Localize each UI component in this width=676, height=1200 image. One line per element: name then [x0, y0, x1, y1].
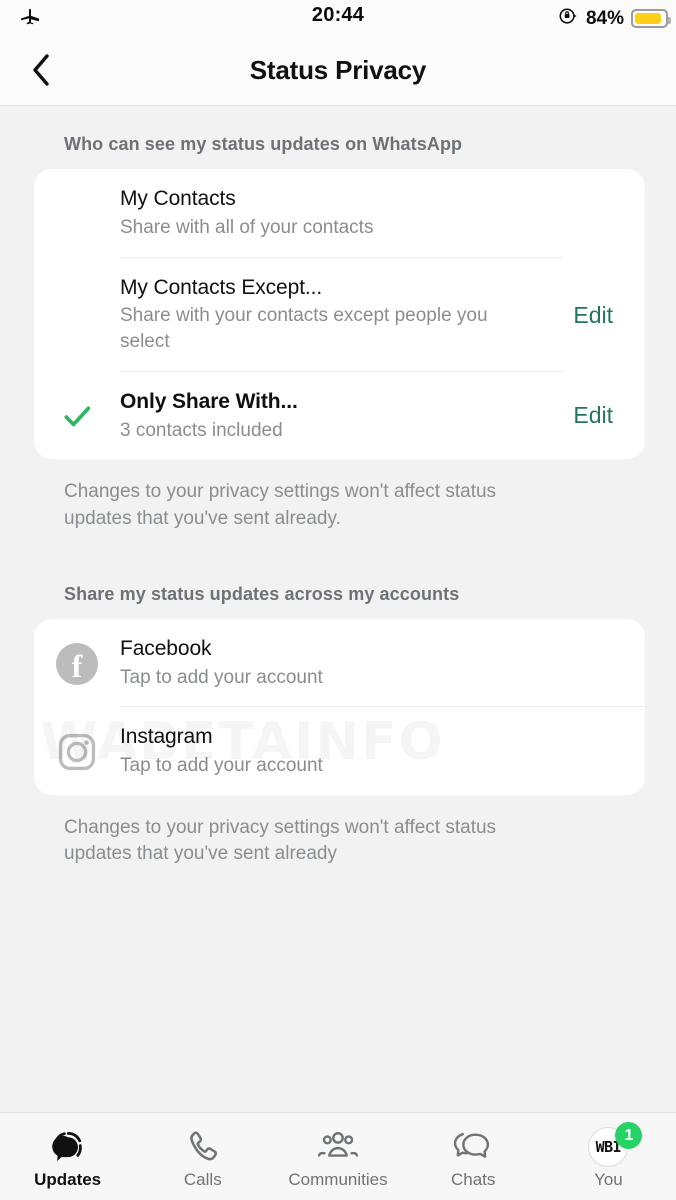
option-row-my-contacts-except[interactable]: My Contacts Except... Share with your co… — [34, 256, 645, 371]
status-bar: 20:44 84% — [0, 0, 676, 34]
battery-percent: 84% — [585, 7, 624, 29]
account-row-instagram[interactable]: Instagram Tap to add your account — [34, 706, 645, 795]
footnote-accounts: Changes to your privacy settings won't a… — [64, 817, 497, 865]
edit-button-my-contacts-except[interactable]: Edit — [563, 302, 645, 329]
option-text-block: My Contacts Except... Share with your co… — [120, 256, 564, 371]
bottom-tab-bar: Updates Calls Communities Chats WBI 1 Yo… — [0, 1112, 676, 1200]
footnote-visibility: Changes to your privacy settings won't a… — [64, 481, 497, 529]
tab-you[interactable]: WBI 1 You — [541, 1113, 676, 1200]
status-updates-glyph — [51, 1131, 82, 1162]
page-title: Status Privacy — [249, 54, 427, 85]
option-subtitle: Share with your contacts except people y… — [120, 305, 488, 353]
avatar: WBI 1 — [588, 1122, 643, 1169]
section-header-visibility: Who can see my status updates on WhatsAp… — [64, 134, 463, 154]
tab-label-you: You — [594, 1170, 623, 1189]
account-title: Facebook — [120, 636, 212, 660]
account-text-block: Instagram Tap to add your account — [120, 706, 645, 795]
battery-low-power-icon — [631, 9, 671, 28]
status-badge: 1 — [615, 1122, 643, 1149]
account-text-block: Facebook Tap to add your account — [120, 619, 645, 707]
facebook-icon: f — [56, 642, 98, 685]
facebook-icon-slot: f — [34, 619, 120, 707]
status-privacy-screen: 20:44 84% Status Privacy Who can see my … — [0, 0, 676, 1200]
option-subtitle: Share with all of your contacts — [120, 216, 374, 238]
option-text-block: Only Share With... 3 contacts included — [120, 370, 564, 460]
tab-label-communities: Communities — [288, 1170, 388, 1189]
nav-bar: Status Privacy — [0, 34, 676, 106]
selection-indicator-slot — [34, 169, 120, 257]
status-visibility-card: My Contacts Share with all of your conta… — [34, 169, 645, 460]
option-row-my-contacts[interactable]: My Contacts Share with all of your conta… — [34, 169, 645, 257]
rotation-lock-icon — [557, 5, 579, 32]
phone-icon — [184, 1125, 222, 1169]
linked-accounts-card: f Facebook Tap to add your account Insta… — [34, 618, 645, 795]
option-title: My Contacts Except... — [120, 275, 323, 299]
option-subtitle: 3 contacts included — [120, 419, 283, 441]
selection-indicator-slot — [34, 371, 120, 460]
status-updates-icon — [47, 1125, 89, 1169]
tab-chats[interactable]: Chats — [406, 1113, 541, 1200]
instagram-icon — [58, 733, 96, 770]
chats-bubble-icon — [452, 1125, 494, 1169]
selection-indicator-slot — [34, 257, 120, 371]
account-subtitle: Tap to add your account — [120, 666, 323, 688]
account-title: Instagram — [120, 725, 213, 749]
section-header-accounts: Share my status updates across my accoun… — [64, 583, 460, 604]
instagram-icon-slot — [34, 706, 120, 795]
tab-updates[interactable]: Updates — [0, 1113, 135, 1200]
option-title: Only Share With... — [120, 389, 298, 413]
status-bar-right: 84% — [557, 5, 671, 32]
tab-label-updates: Updates — [34, 1170, 102, 1189]
option-title: My Contacts — [120, 187, 236, 210]
tab-label-calls: Calls — [183, 1170, 222, 1189]
tab-communities[interactable]: Communities — [270, 1113, 405, 1200]
phone-glyph — [189, 1131, 217, 1161]
option-row-only-share-with[interactable]: Only Share With... 3 contacts included E… — [34, 370, 645, 460]
chats-glyph — [454, 1132, 490, 1158]
tab-calls[interactable]: Calls — [135, 1113, 270, 1200]
communities-glyph — [317, 1132, 359, 1157]
edit-button-only-share-with[interactable]: Edit — [563, 402, 645, 429]
option-text-block: My Contacts Share with all of your conta… — [120, 169, 645, 257]
account-row-facebook[interactable]: f Facebook Tap to add your account — [34, 619, 645, 707]
checkmark-icon — [64, 406, 91, 427]
settings-content: Who can see my status updates on WhatsAp… — [0, 106, 676, 1112]
account-subtitle: Tap to add your account — [120, 755, 323, 777]
communities-icon — [317, 1125, 359, 1169]
tab-label-chats: Chats — [451, 1170, 496, 1189]
